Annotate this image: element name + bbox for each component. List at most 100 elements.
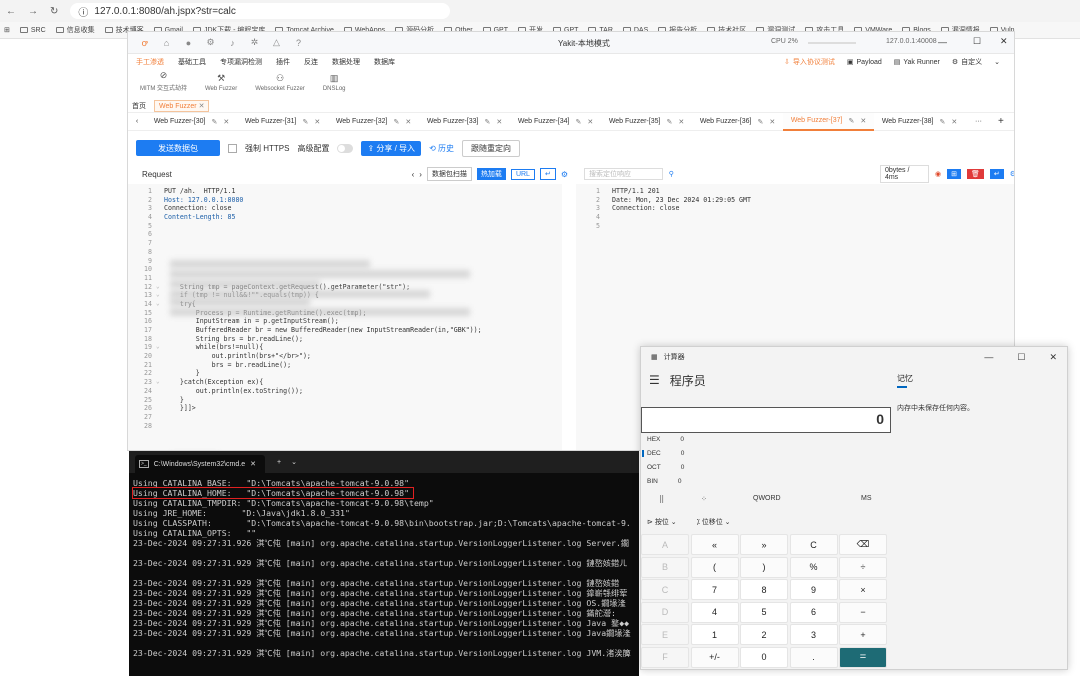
delete-icon[interactable]: 🗑 (966, 169, 984, 179)
menu-item[interactable]: 反连 (304, 57, 318, 67)
key-minus[interactable]: − (839, 601, 887, 623)
subtool-item[interactable]: ⚒ Web Fuzzer (205, 73, 237, 92)
bookmark-item[interactable]: 信息收集 (55, 25, 95, 35)
backspace-button[interactable]: ⌫ (839, 534, 887, 555)
key-d[interactable]: D (641, 601, 689, 623)
key-0[interactable]: 0 (740, 646, 788, 668)
edit-icon[interactable]: ✎ (939, 118, 945, 126)
reload-icon[interactable]: ↻ (50, 6, 58, 17)
shift-dropdown[interactable]: ⁒ 位移位 ⌄ (697, 517, 731, 527)
close-icon[interactable]: ✕ (250, 460, 256, 468)
next-icon[interactable]: › (419, 170, 422, 179)
fuzzer-tab[interactable]: Web Fuzzer-[32] ✎ ✕ (328, 118, 419, 126)
menu-item[interactable]: 专项漏洞检测 (220, 57, 262, 67)
return-icon[interactable]: ↵ (539, 168, 556, 180)
cmd-tab[interactable]: >_ C:\Windows\System32\cmd.e ✕ (135, 455, 265, 473)
close-icon[interactable]: ✕ (223, 118, 229, 126)
settings-icon[interactable]: ⚙ (1010, 170, 1014, 178)
fuzzer-tab[interactable]: Web Fuzzer-[37] ✎ ✕ (783, 112, 874, 131)
maximize-icon[interactable]: ☐ (973, 36, 981, 47)
fuzzer-tab[interactable]: Web Fuzzer-[38] ✎ ✕ (874, 118, 965, 126)
new-tab-icon[interactable]: + (277, 459, 281, 466)
tab-home[interactable]: 首页 (132, 101, 146, 111)
menu-item[interactable]: 插件 (276, 57, 290, 67)
key-8[interactable]: 8 (740, 579, 788, 600)
key-3[interactable]: 3 (789, 624, 838, 645)
chevron-down-icon[interactable]: ⌄ (994, 58, 1000, 66)
bug-icon[interactable]: ✲ (249, 37, 260, 48)
base-row-bin[interactable]: BIN 0 (647, 478, 681, 485)
memory-store-button[interactable]: MS (861, 495, 872, 502)
menu-item[interactable]: 基础工具 (178, 57, 206, 67)
url-button[interactable]: URL (510, 168, 535, 180)
key-dot[interactable]: . (789, 646, 838, 668)
history-button[interactable]: ⟲ 历史 (429, 143, 454, 154)
key-divide[interactable]: ÷ (839, 556, 887, 578)
key-4[interactable]: 4 (690, 601, 739, 623)
minimize-icon[interactable]: — (984, 352, 993, 363)
keypad-icon[interactable]: ⣿ (659, 495, 664, 503)
edit-icon[interactable]: ✎ (484, 118, 490, 126)
key-multiply[interactable]: × (839, 579, 887, 600)
user-icon[interactable]: ● (183, 37, 194, 48)
fuzzer-tab[interactable]: Web Fuzzer-[35] ✎ ✕ (601, 118, 692, 126)
memory-tab[interactable]: 记忆 (897, 373, 913, 388)
edit-icon[interactable]: ✎ (302, 118, 308, 126)
close-icon[interactable]: ✕ (587, 118, 593, 126)
response-search-input[interactable]: 搜索定位响应 (584, 168, 663, 180)
menu-item[interactable]: 手工渗透 (136, 57, 164, 67)
menu-icon[interactable]: ☰ (649, 373, 660, 387)
subtool-item[interactable]: ⚇ Websocket Fuzzer (255, 73, 305, 92)
close-icon[interactable]: ✕ (1049, 352, 1057, 363)
return-icon[interactable]: ↵ (989, 169, 1004, 179)
search-icon[interactable]: ⚲ (669, 170, 674, 178)
key-rparen[interactable]: ) (740, 556, 788, 578)
edit-icon[interactable]: ✎ (211, 118, 217, 126)
bit-toggle-icon[interactable]: ⁘ (701, 495, 707, 503)
close-icon[interactable]: ✕ (860, 117, 866, 125)
key-negate[interactable]: +/- (690, 646, 739, 668)
more-tabs[interactable]: ··· (975, 118, 982, 125)
close-icon[interactable]: ✕ (951, 118, 957, 126)
fuzzer-tab[interactable]: Web Fuzzer-[34] ✎ ✕ (510, 118, 601, 126)
add-tab-icon[interactable]: + (998, 116, 1004, 127)
prev-icon[interactable]: ‹ (412, 170, 415, 179)
base-row-hex[interactable]: HEX 0 (647, 436, 684, 443)
advanced-toggle[interactable] (337, 143, 354, 153)
close-icon[interactable]: ✕ (769, 118, 775, 126)
fuzzer-tab[interactable]: Web Fuzzer-[33] ✎ ✕ (419, 118, 510, 126)
key-e[interactable]: E (641, 624, 689, 645)
base-row-oct[interactable]: OCT 0 (647, 464, 684, 471)
menu-right-item[interactable]: ⚙ 自定义 (952, 57, 982, 67)
maximize-icon[interactable]: ☐ (1017, 352, 1025, 363)
edit-icon[interactable]: ✎ (575, 118, 581, 126)
subtool-item[interactable]: ▥ DNSLog (323, 73, 346, 92)
key-6[interactable]: 6 (789, 601, 838, 623)
apps-icon[interactable]: ⊞ (4, 26, 10, 34)
close-icon[interactable]: ✕ (199, 103, 205, 110)
edit-icon[interactable]: ✎ (757, 118, 763, 126)
send-request-button[interactable]: 发送数据包 (136, 140, 220, 156)
menu-item[interactable]: 数据处理 (332, 57, 360, 67)
key-plus[interactable]: + (839, 624, 887, 645)
key-2[interactable]: 2 (740, 624, 788, 645)
edit-icon[interactable]: ✎ (848, 117, 854, 125)
help-icon[interactable]: ? (293, 37, 304, 48)
menu-item[interactable]: 数据库 (374, 57, 395, 67)
bitwise-dropdown[interactable]: ⊳ 按位 ⌄ (647, 517, 677, 527)
edit-icon[interactable]: ✎ (666, 118, 672, 126)
packet-scan-button[interactable]: 数据包扫描 (426, 167, 472, 181)
settings-icon[interactable]: ⚙ (561, 170, 568, 179)
fuzzer-tab[interactable]: Web Fuzzer-[36] ✎ ✕ (692, 118, 783, 126)
close-icon[interactable]: ✕ (314, 118, 320, 126)
url-bar[interactable]: ⓘ 127.0.0.1:8080/ah.jspx?str=calc (70, 3, 451, 19)
share-import-button[interactable]: ⇪ 分享 / 导入 (361, 140, 422, 156)
fuzzer-tab[interactable]: Web Fuzzer-[30] ✎ ✕ (146, 118, 237, 126)
home-icon[interactable]: ⌂ (161, 37, 172, 48)
close-icon[interactable]: ✕ (405, 118, 411, 126)
minimize-icon[interactable]: — (938, 37, 947, 47)
forward-icon[interactable]: → (28, 6, 38, 17)
menu-right-item[interactable]: ▤ Yak Runner (894, 58, 940, 67)
settings-icon[interactable]: ⚙ (205, 37, 216, 48)
fuzzer-tab[interactable]: Web Fuzzer-[31] ✎ ✕ (237, 118, 328, 126)
